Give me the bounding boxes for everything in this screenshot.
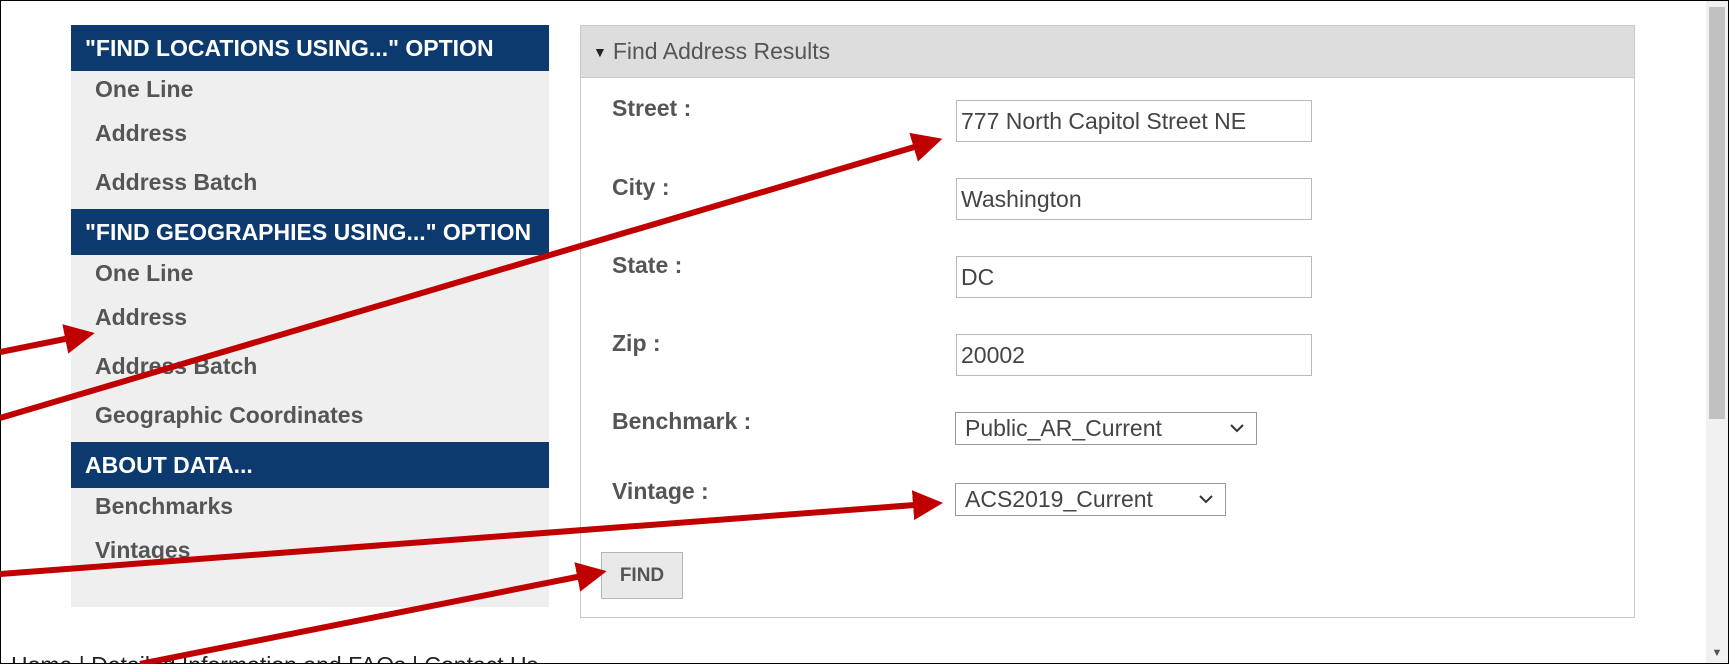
state-label: State : — [612, 252, 683, 278]
city-label: City : — [612, 174, 670, 200]
section-header-find-locations: "FIND LOCATIONS USING..." OPTION — [71, 25, 549, 71]
footer-separator: | — [406, 652, 425, 663]
scroll-down-arrow-icon[interactable]: ▼ — [1706, 643, 1728, 663]
scrollbar-thumb[interactable] — [1709, 7, 1725, 419]
section-header-find-geographies: "FIND GEOGRAPHIES USING..." OPTION — [71, 209, 549, 255]
caret-down-icon: ▼ — [593, 43, 607, 60]
footer-home-link[interactable]: Home — [11, 652, 72, 663]
sidebar-item-vintages[interactable]: Vintages — [71, 528, 549, 577]
chevron-down-icon — [1230, 424, 1244, 433]
sidebar-item-locations-one-line[interactable]: One Line — [71, 71, 549, 111]
vertical-scrollbar[interactable]: ▼ — [1706, 1, 1728, 663]
vintage-selected-value: ACS2019_Current — [965, 486, 1153, 512]
find-button[interactable]: FIND — [601, 552, 683, 599]
footer-separator: | — [72, 652, 91, 663]
section-header-about-data: ABOUT DATA... — [71, 442, 549, 488]
sidebar-item-locations-address[interactable]: Address — [71, 111, 549, 160]
vintage-label: Vintage : — [612, 478, 709, 504]
browser-viewport: "FIND LOCATIONS USING..." OPTION One Lin… — [0, 0, 1729, 664]
sidebar-item-benchmarks[interactable]: Benchmarks — [71, 488, 549, 528]
chevron-down-icon — [1199, 495, 1213, 504]
benchmark-selected-value: Public_AR_Current — [965, 415, 1162, 441]
zip-input[interactable] — [956, 334, 1312, 376]
footer-details-link[interactable]: Detailed Information and FAQs — [91, 652, 406, 663]
street-label: Street : — [612, 95, 692, 121]
sidebar-item-geographies-address-batch[interactable]: Address Batch — [71, 344, 549, 393]
find-address-results-panel: ▼ Find Address Results Street : City : S… — [580, 25, 1635, 618]
city-input[interactable] — [956, 178, 1312, 220]
sidebar-item-geographic-coordinates[interactable]: Geographic Coordinates — [71, 393, 549, 442]
zip-label: Zip : — [612, 330, 661, 356]
panel-title: Find Address Results — [612, 38, 831, 64]
benchmark-select[interactable]: Public_AR_Current — [955, 412, 1257, 445]
sidebar-item-locations-address-batch[interactable]: Address Batch — [71, 160, 549, 209]
benchmark-label: Benchmark : — [612, 408, 752, 434]
sidebar-item-geographies-one-line[interactable]: One Line — [71, 255, 549, 295]
panel-header[interactable]: ▼ Find Address Results — [581, 26, 1634, 78]
street-input[interactable] — [956, 100, 1312, 142]
state-input[interactable] — [956, 256, 1312, 298]
sidebar: "FIND LOCATIONS USING..." OPTION One Lin… — [71, 25, 549, 607]
footer-contact-link[interactable]: Contact Us — [424, 652, 538, 663]
sidebar-item-geographies-address[interactable]: Address — [71, 295, 549, 344]
vintage-select[interactable]: ACS2019_Current — [955, 483, 1226, 516]
footer-links: Home | Detailed Information and FAQs | C… — [11, 652, 538, 663]
